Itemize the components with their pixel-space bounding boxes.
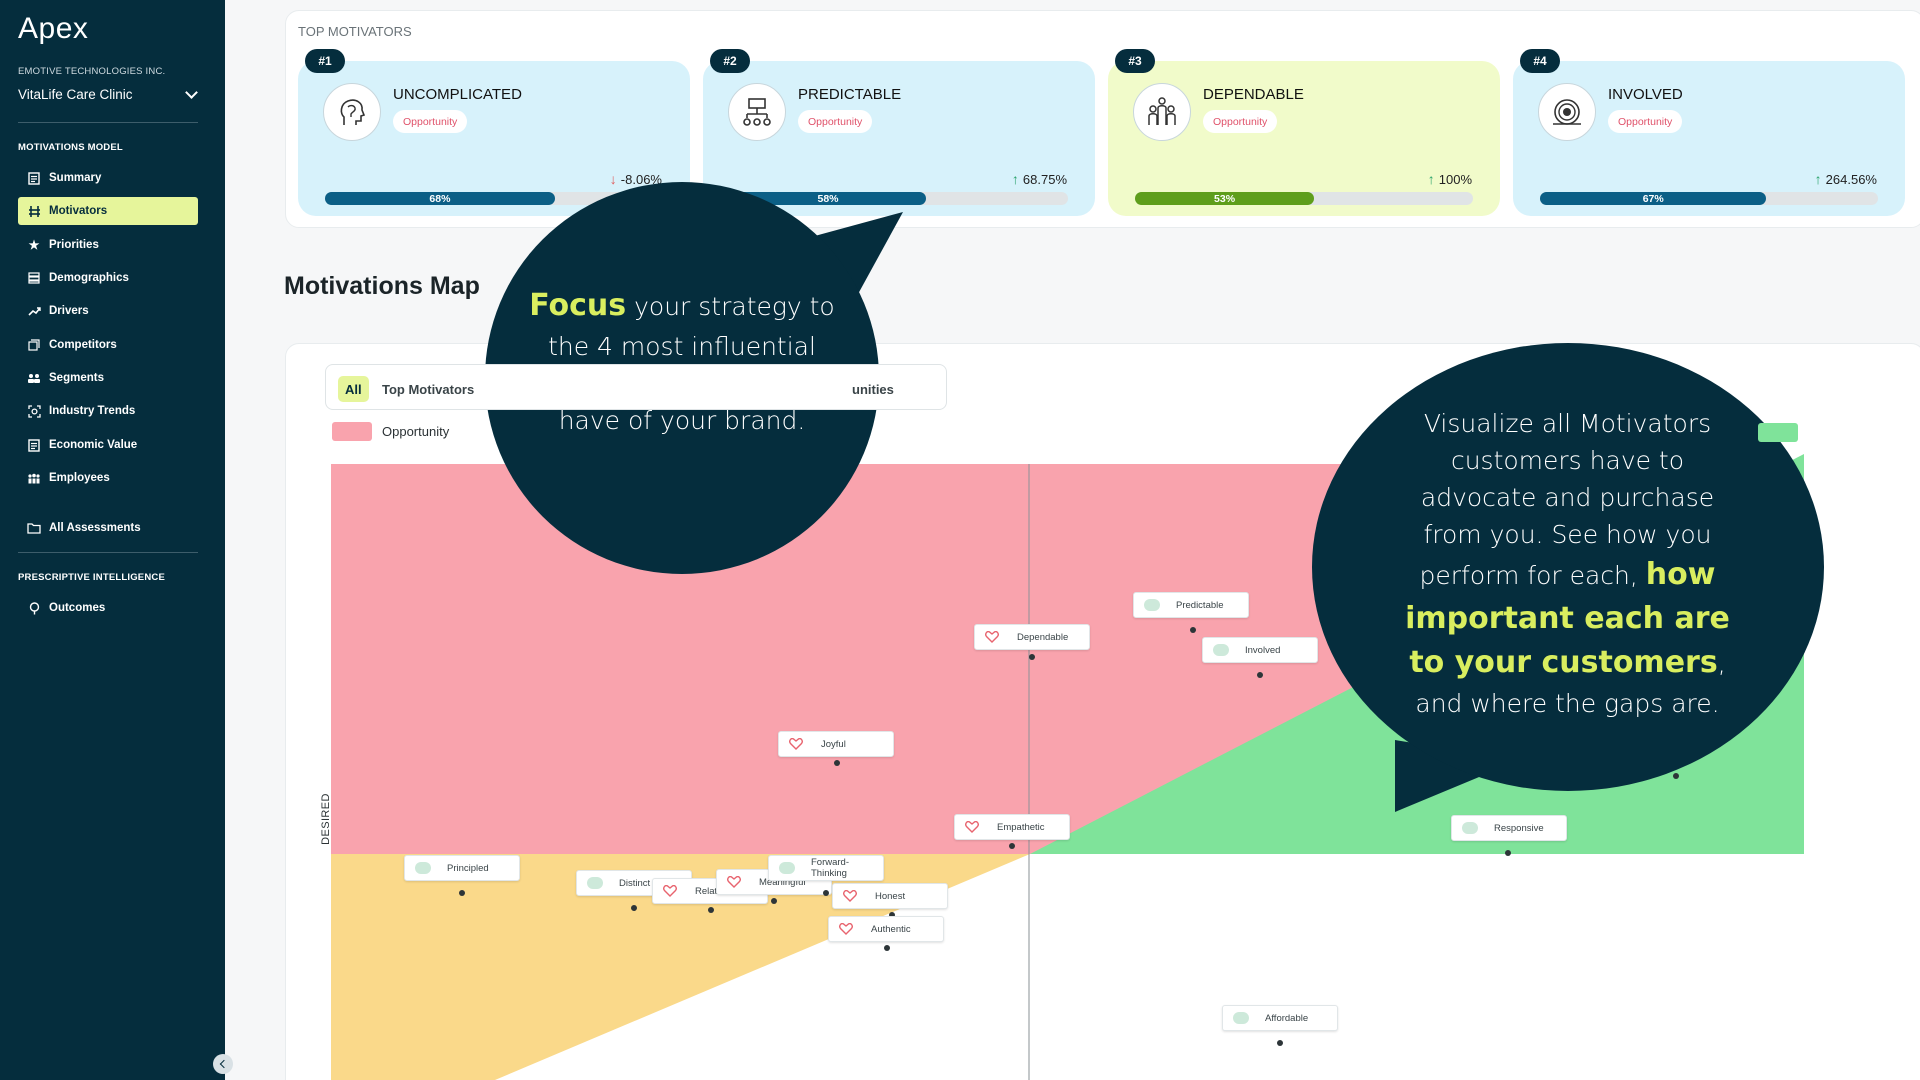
map-label-predictable[interactable]: Predictable bbox=[1133, 592, 1249, 618]
data-point bbox=[771, 898, 777, 904]
filter-opportunities-button[interactable]: unities bbox=[845, 376, 901, 402]
data-point bbox=[1029, 654, 1035, 660]
map-label-empathetic[interactable]: Empathetic bbox=[954, 814, 1070, 840]
heart-icon bbox=[965, 820, 981, 833]
speech-bubble-icon bbox=[415, 862, 431, 874]
legend-swatch-strength bbox=[1758, 423, 1798, 442]
data-point bbox=[823, 890, 829, 896]
legend-opportunity: Opportunity bbox=[332, 422, 449, 441]
heart-icon bbox=[985, 630, 1001, 643]
map-label-text: Principled bbox=[447, 862, 489, 874]
heart-icon bbox=[789, 737, 805, 750]
data-point bbox=[631, 905, 637, 911]
map-label-text: Involved bbox=[1245, 644, 1281, 656]
callout-focus-text: Focus your strategy to the 4 most influe… bbox=[512, 284, 852, 439]
map-label-affordable[interactable]: Affordable bbox=[1222, 1005, 1338, 1031]
y-axis-label: DESIRED bbox=[319, 793, 332, 845]
speech-bubble-icon bbox=[1213, 644, 1229, 656]
speech-bubble-icon bbox=[779, 862, 795, 874]
map-label-principled[interactable]: Principled bbox=[404, 855, 520, 881]
map-label-text: Predictable bbox=[1176, 599, 1224, 611]
map-label-responsive[interactable]: Responsive bbox=[1451, 815, 1567, 841]
data-point bbox=[884, 945, 890, 951]
map-label-involved[interactable]: Involved bbox=[1202, 637, 1318, 663]
speech-bubble-icon bbox=[1462, 822, 1478, 834]
speech-bubble-icon bbox=[1144, 599, 1160, 611]
map-label-text: Distinct bbox=[619, 877, 651, 889]
data-point bbox=[834, 760, 840, 766]
map-label-dependable[interactable]: Dependable bbox=[974, 624, 1090, 650]
callout-visualize-text: Visualize all Motivators customers have … bbox=[1395, 405, 1740, 722]
heart-icon bbox=[839, 922, 855, 935]
map-label-text: Authentic bbox=[871, 923, 911, 935]
data-point bbox=[1009, 843, 1015, 849]
data-point bbox=[1505, 850, 1511, 856]
data-point bbox=[1277, 1040, 1283, 1046]
data-point bbox=[1673, 773, 1679, 779]
speech-bubble-icon bbox=[587, 877, 603, 889]
legend-swatch bbox=[332, 422, 372, 441]
heart-icon bbox=[843, 889, 859, 902]
legend-label: Opportunity bbox=[382, 424, 450, 439]
map-label-text: Responsive bbox=[1494, 822, 1544, 834]
map-label-honest[interactable]: Honest bbox=[832, 883, 948, 909]
map-label-text: Empathetic bbox=[997, 821, 1045, 833]
map-label-joyful[interactable]: Joyful bbox=[778, 731, 894, 757]
map-label-text: Joyful bbox=[821, 738, 846, 750]
callout-highlight: Focus bbox=[529, 288, 627, 323]
heart-icon bbox=[727, 875, 743, 888]
map-label-text: Forward-Thinking bbox=[811, 857, 850, 879]
map-label-authentic[interactable]: Authentic bbox=[828, 916, 944, 942]
map-label-text: Dependable bbox=[1017, 631, 1069, 643]
speech-bubble-icon bbox=[1233, 1012, 1249, 1024]
map-label-forward-thinking[interactable]: Forward-Thinking bbox=[768, 855, 884, 881]
filter-all-button[interactable]: All bbox=[338, 376, 369, 402]
heart-icon bbox=[663, 884, 679, 897]
map-label-text: Honest bbox=[875, 890, 906, 902]
data-point bbox=[1257, 672, 1263, 678]
filter-top-motivators-button[interactable]: Top Motivators bbox=[375, 376, 481, 402]
data-point bbox=[708, 907, 714, 913]
data-point bbox=[1190, 627, 1196, 633]
map-label-text: Affordable bbox=[1265, 1012, 1309, 1024]
data-point bbox=[459, 890, 465, 896]
